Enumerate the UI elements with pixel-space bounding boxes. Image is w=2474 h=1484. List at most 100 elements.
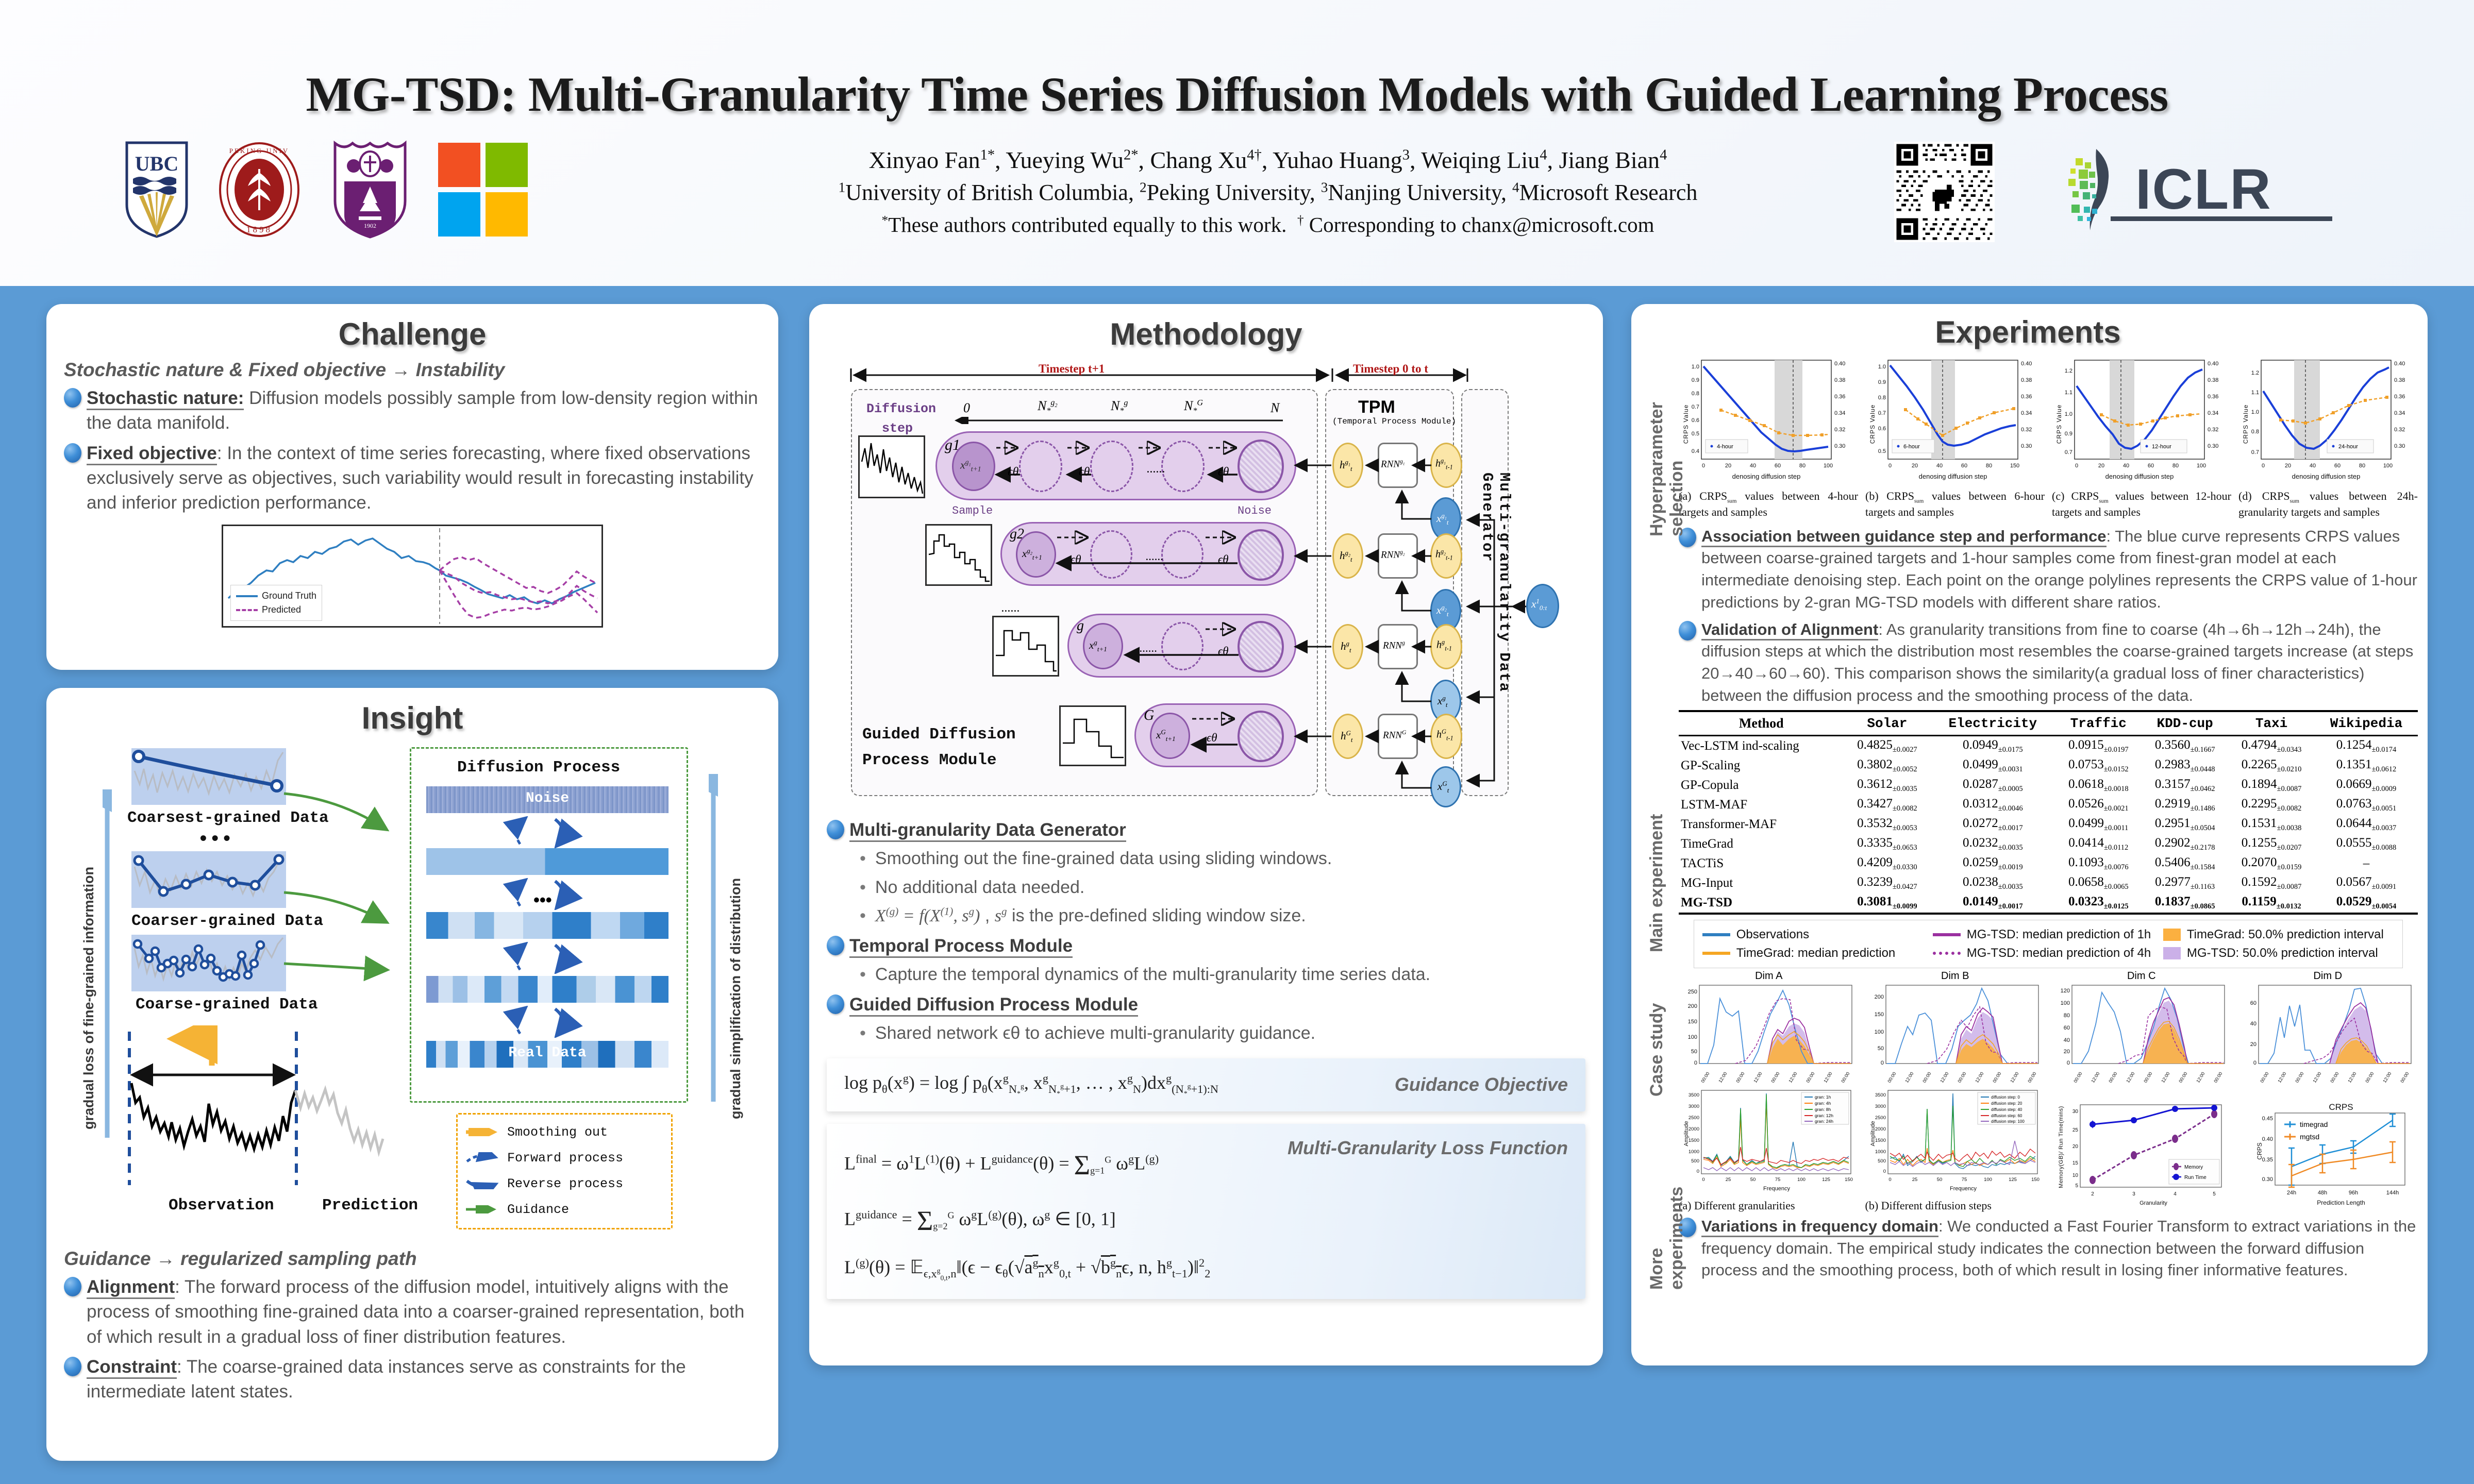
svg-text:80: 80: [2064, 1013, 2070, 1019]
svg-text:0.8: 0.8: [1878, 395, 1886, 401]
svg-text:0.38: 0.38: [2021, 377, 2032, 383]
svg-text:00:00: 00:00: [2072, 1071, 2083, 1083]
svg-text:0: 0: [1888, 1177, 1891, 1183]
svg-text:00:00: 00:00: [2399, 1071, 2410, 1083]
table-cell-method: TACTiS: [1681, 856, 1724, 870]
sub-bullet-dot: •: [860, 849, 866, 869]
table-cell-value: 0.0669±0.0009: [2336, 777, 2397, 793]
svg-text:4: 4: [2174, 1191, 2177, 1197]
insight-ellipsis: •••: [197, 829, 233, 851]
real-data-label: Real Data: [508, 1045, 587, 1061]
bullet-term: Guided Diffusion Process Module: [849, 994, 1139, 1017]
svg-text:0: 0: [1694, 1060, 1697, 1066]
svg-text:0.36: 0.36: [1834, 394, 1845, 400]
legend-label: Observations: [1736, 927, 1810, 941]
generator-fanout: [1466, 513, 1526, 788]
svg-text:20: 20: [1725, 463, 1731, 469]
bullet-body: : The forward process of the diffusion m…: [87, 1277, 745, 1347]
table-header-row: Method Solar Electricity Traffic KDD-cup…: [1679, 711, 2418, 736]
svg-text:500: 500: [1878, 1158, 1886, 1164]
sub-bullet-text: Shared network ϵθ to achieve multi-granu…: [875, 1023, 1316, 1043]
bullet-term: Fixed objective: [87, 443, 217, 465]
loss-eq-final: Lfinal = ω1L(1)(θ) + Lguidance(θ) = Σg=1…: [844, 1149, 1159, 1181]
legend-label: Smoothing out: [507, 1125, 608, 1140]
more-experiments-charts: 3500 3000 2500 2000 1500 1000 500 0 0 25 50 75…: [1679, 1087, 2418, 1212]
timestep-brackets: [850, 368, 1468, 382]
svg-text:40: 40: [2310, 463, 2316, 469]
svg-text:3000: 3000: [1689, 1104, 1699, 1109]
memory-runtime-chart: 30 25 20 15 10 5 2 3 4 5 Granularity Memory(G…: [2051, 1102, 2232, 1212]
svg-text:diffusion step: 100: diffusion step: 100: [1991, 1119, 2025, 1124]
col-method: Method: [1739, 715, 1784, 731]
ubc-logo: UBC: [124, 141, 190, 239]
bullet-body: : The coarse-grained data instances serv…: [87, 1356, 686, 1402]
table-cell-value: 0.0763±0.0051: [2336, 796, 2397, 813]
svg-text:1.1: 1.1: [2065, 390, 2072, 396]
svg-text:0.38: 0.38: [2394, 377, 2405, 383]
svg-text:1.1: 1.1: [2251, 390, 2259, 396]
svg-text:0.7: 0.7: [1878, 410, 1886, 416]
svg-text:0.38: 0.38: [2208, 377, 2218, 383]
svg-text:50: 50: [1877, 1045, 1883, 1052]
legend-observations: Observations: [1702, 925, 1933, 944]
sample-node-g2-label: xg2t+1: [1022, 547, 1042, 562]
guidance-arrow-2: [283, 891, 390, 924]
svg-text:60: 60: [2064, 1025, 2070, 1031]
svg-text:gran: 1h: gran: 1h: [1815, 1094, 1831, 1100]
svg-text:12:00: 12:00: [2277, 1071, 2287, 1083]
series-thumb-g2: [925, 524, 992, 586]
svg-text:00:00: 00:00: [2259, 1071, 2269, 1083]
table-cell-value: 0.5406±0.1584: [2154, 855, 2215, 871]
insight-bullet-1: Alignment: The forward process of the di…: [64, 1275, 761, 1350]
svg-text:12:00: 12:00: [2195, 1071, 2205, 1083]
table-row: GP-Copula 0.3612±0.0035 0.0287±0.0005 0.061…: [1679, 775, 2418, 795]
svg-text:120: 120: [2061, 988, 2070, 994]
equation-box-loss: Lfinal = ω1L(1)(θ) + Lguidance(θ) = Σg=1…: [827, 1123, 1585, 1299]
svg-text:12:00: 12:00: [2312, 1071, 2322, 1083]
sub-bullet-dot: •: [860, 1023, 866, 1043]
side-label-main-experiment: Main experiment: [1647, 814, 1666, 952]
peking-university-logo: 1898 PEKING UNIV: [215, 141, 303, 239]
svg-text:0.32: 0.32: [1834, 427, 1845, 433]
legend-timegrad-median: TimeGrad: median prediction: [1702, 944, 1933, 963]
gdpm-label: Guided Diffusion Process Module: [862, 726, 1016, 769]
case-study-dim-b: Dim B 200 150 100 50 0 00:00 12:00 00:00…: [1865, 970, 2046, 1085]
table-cell-value: 0.0567±0.0091: [2336, 874, 2397, 891]
table-cell-value: 0.1159±0.0132: [2242, 894, 2301, 910]
svg-text:0.34: 0.34: [2208, 410, 2218, 416]
svg-text:100: 100: [1824, 463, 1833, 469]
svg-text:30: 30: [2072, 1109, 2079, 1115]
insight-figure: gradual loss of fine-grained information…: [80, 743, 745, 1238]
sub-bullet-text: Smoothing out the fine-grained data usin…: [875, 849, 1332, 869]
step-n-g2-label: N*g2: [1038, 398, 1058, 416]
svg-text:0.9: 0.9: [1692, 377, 1699, 383]
svg-text:20: 20: [2098, 463, 2104, 469]
method-bullet-3: Guided Diffusion Process Module: [827, 992, 1585, 1017]
lane-dots: ......: [1140, 642, 1158, 654]
svg-text:PEKING UNIV: PEKING UNIV: [229, 147, 289, 155]
bullet-term: Stochastic nature:: [87, 388, 244, 410]
col-taxi: Taxi: [2255, 715, 2288, 731]
table-cell-value: 0.0499±0.0011: [2068, 816, 2129, 832]
svg-text:125: 125: [2009, 1177, 2017, 1183]
legend-label: Reverse process: [507, 1176, 624, 1191]
qr-code[interactable]: [1894, 142, 1995, 242]
svg-text:6-hour: 6-hour: [1903, 444, 1920, 450]
table-cell-value: 0.2951±0.0504: [2154, 816, 2215, 832]
col-traffic: Traffic: [2070, 715, 2127, 731]
svg-text:80: 80: [1799, 463, 1806, 469]
table-row: MG-TSD 0.3081±0.0099 0.0149±0.0017 0.0323±0…: [1679, 893, 2418, 914]
table-row: Vec-LSTM ind-scaling 0.4825±0.0027 0.0949±…: [1679, 735, 2418, 756]
table-cell-value: 0.0526±0.0021: [2068, 796, 2129, 813]
svg-text:5: 5: [2213, 1191, 2216, 1197]
svg-text:12:00: 12:00: [2125, 1071, 2135, 1083]
svg-text:25: 25: [1726, 1177, 1731, 1183]
insight-bullet-2: Constraint: The coarse-grained data inst…: [64, 1355, 761, 1405]
svg-text:12:00: 12:00: [1939, 1071, 1949, 1083]
svg-text:150: 150: [1874, 1011, 1883, 1018]
svg-text:60: 60: [2148, 463, 2154, 469]
svg-text:12:00: 12:00: [2347, 1071, 2357, 1083]
insight-axis-left-label: gradual loss of fine-grained information: [81, 866, 96, 1129]
svg-text:100: 100: [1874, 1029, 1883, 1035]
svg-text:20: 20: [2064, 1049, 2070, 1055]
